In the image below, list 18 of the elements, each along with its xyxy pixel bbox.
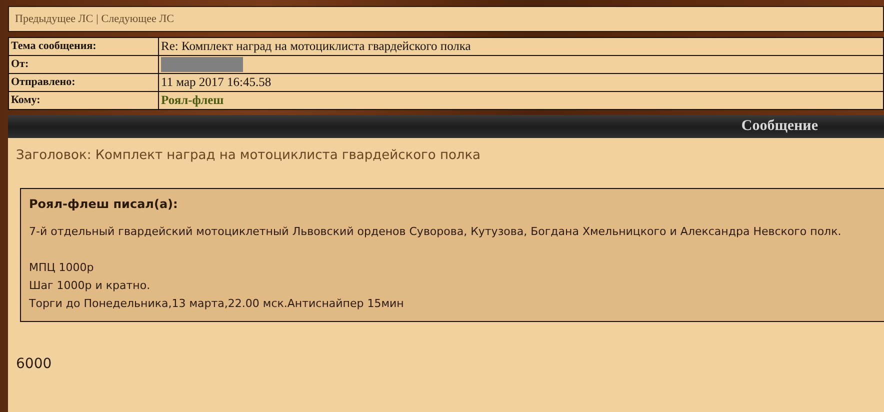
quote-line: Торги до Понедельника,13 марта,22.00 мск.Антиснайпер 15мин (29, 296, 405, 312)
separator: | (96, 13, 98, 25)
user-link[interactable]: Роял-флеш (159, 92, 883, 109)
field-value: Re: Комплект наград на мотоциклиста гвардейского полка (159, 38, 883, 56)
nav-link[interactable]: Следующее ЛС (101, 13, 174, 25)
quote-line: МПЦ 1000р (29, 260, 95, 276)
quote-line: 7-й отдельный гвардейский мотоциклетный Львовский орденов Суворова, Кутузова, Богдана Хмельницкого и Александра Невского полк. (29, 224, 842, 240)
section-title: Сообщение (741, 118, 818, 135)
field-label: От: (9, 56, 159, 74)
field-label: Кому: (9, 92, 159, 109)
nav-link[interactable]: Предыдущее ЛС (15, 13, 94, 25)
message-body: 6000 (16, 356, 53, 372)
quote-line: Шаг 1000р и кратно. (29, 278, 152, 294)
field-value: 11 мар 2017 16:45.58 (159, 74, 883, 92)
quote-author: Роял-флеш писал(а): (29, 197, 179, 211)
field-label: Отправлено: (9, 74, 159, 92)
field-label: Тема сообщения: (9, 38, 159, 56)
message-subject: Заголовок: Комплект наград на мотоциклиста гвардейского полка (16, 148, 482, 163)
